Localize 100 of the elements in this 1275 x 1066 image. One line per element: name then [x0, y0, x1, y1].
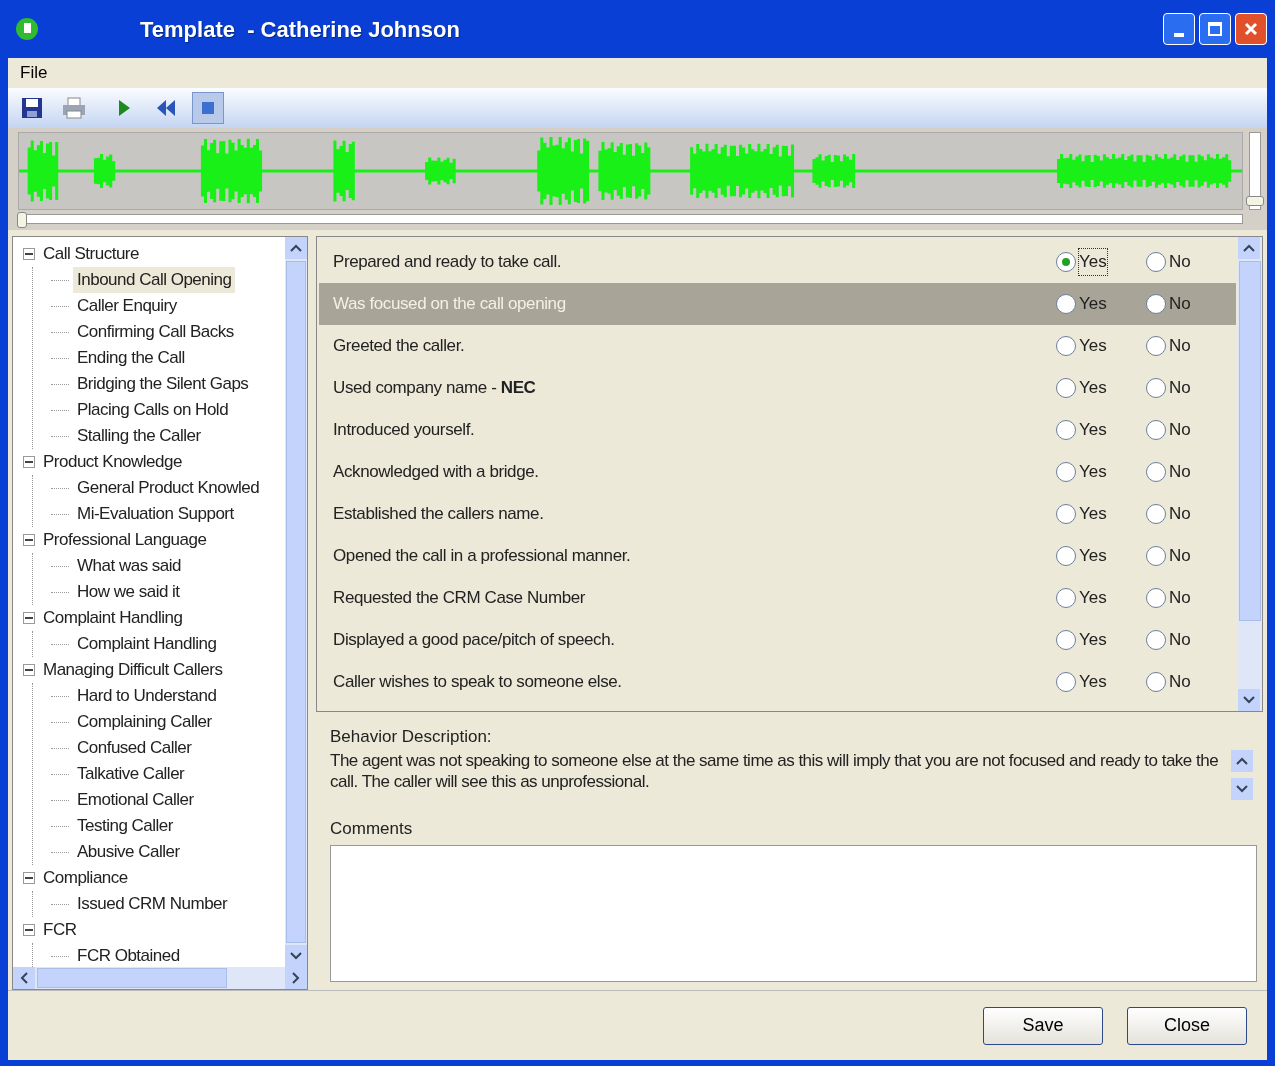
collapse-icon[interactable] [23, 664, 35, 676]
radio-option[interactable]: No [1146, 627, 1236, 653]
maximize-icon [1207, 21, 1223, 37]
collapse-icon[interactable] [23, 456, 35, 468]
stop-icon[interactable] [192, 92, 224, 124]
scrollbar-thumb[interactable] [286, 261, 306, 943]
radio-option[interactable]: No [1146, 249, 1236, 275]
tree-item[interactable]: Complaint Handling [73, 631, 221, 657]
scroll-down-icon [1243, 696, 1255, 704]
scrollbar-thumb[interactable] [1239, 261, 1261, 621]
radio-option[interactable]: Yes [1056, 375, 1146, 401]
close-button[interactable]: Close [1127, 1006, 1247, 1045]
tree-item[interactable]: Complaining Caller [73, 709, 216, 735]
tree-item[interactable]: General Product Knowled [73, 475, 264, 501]
behavior-description-label: Behavior Description: [330, 726, 493, 748]
tree-item[interactable]: Managing Difficult Callers [39, 657, 227, 683]
app-icon [14, 16, 40, 42]
tree-item[interactable]: Abusive Caller [73, 839, 184, 865]
scroll-down-button[interactable] [285, 945, 307, 967]
menu-item[interactable]: File [14, 60, 54, 86]
tree-item[interactable]: FCR [39, 917, 81, 943]
tree-item[interactable]: Emotional Caller [73, 787, 198, 813]
close-button[interactable] [1235, 13, 1267, 45]
minimize-button[interactable] [1163, 13, 1195, 45]
question-text: Established the callers name. [333, 503, 545, 526]
minimize-icon [1174, 33, 1184, 37]
tree-item[interactable]: Product Knowledge [39, 449, 186, 475]
collapse-icon[interactable] [23, 924, 35, 936]
question-text: Was focused on the call opening [333, 293, 567, 316]
scroll-right-button[interactable] [285, 967, 307, 989]
scroll-down-icon [1236, 784, 1248, 793]
tree-item[interactable]: Confirming Call Backs [73, 319, 238, 345]
radio-option[interactable]: Yes [1056, 417, 1146, 443]
selected-row[interactable]: Was focused on the call opening Yes No [319, 283, 1236, 325]
collapse-icon[interactable] [23, 612, 35, 624]
maximize-button[interactable] [1199, 13, 1231, 45]
question-text: Acknowledged with a bridge. [333, 461, 540, 484]
scrollbar-thumb[interactable] [37, 968, 227, 988]
question-text: Requested the CRM Case Number [333, 587, 587, 610]
volume-slider[interactable] [1249, 132, 1261, 210]
scroll-down-button[interactable] [1231, 777, 1253, 800]
radio-option[interactable]: No [1146, 375, 1236, 401]
radio-option[interactable]: No [1146, 333, 1236, 359]
tree-item[interactable]: Professional Language [39, 527, 211, 553]
radio-option[interactable]: Yes [1056, 333, 1146, 359]
scroll-up-icon [1236, 756, 1248, 765]
tree-item[interactable]: Issued CRM Number [73, 891, 232, 917]
scroll-up-icon [290, 244, 302, 252]
radio-option[interactable]: No [1146, 669, 1236, 695]
collapse-icon[interactable] [23, 534, 35, 546]
radio-option[interactable]: No [1146, 585, 1236, 611]
radio-option[interactable]: Yes [1056, 585, 1146, 611]
scroll-left-icon [20, 972, 28, 984]
radio-option[interactable]: No [1146, 543, 1236, 569]
tree-item[interactable]: Hard to Understand [73, 683, 221, 709]
radio-option[interactable]: No [1146, 417, 1236, 443]
scroll-left-button[interactable] [13, 967, 35, 989]
scroll-up-button[interactable] [1231, 749, 1253, 772]
question-text: Prepared and ready to take call. [333, 251, 563, 274]
scroll-down-button[interactable] [1238, 689, 1260, 711]
radio-option[interactable]: Yes [1056, 669, 1146, 695]
tree-item[interactable]: Call Structure [39, 241, 143, 267]
tree-item[interactable]: How we said it [73, 579, 184, 605]
radio-option[interactable]: Yes [1056, 627, 1146, 653]
tree-item[interactable]: Placing Calls on Hold [73, 397, 233, 423]
tree-item[interactable]: Inbound Call Opening [73, 267, 236, 293]
comments-field[interactable] [330, 845, 1257, 982]
tree-item[interactable]: Caller Enquiry [73, 293, 181, 319]
scroll-up-icon [1243, 244, 1255, 252]
scroll-up-button[interactable] [285, 237, 307, 259]
tree-item[interactable]: Talkative Caller [73, 761, 189, 787]
scroll-right-icon [292, 972, 300, 984]
radio-option[interactable]: No [1146, 291, 1236, 317]
tree-item[interactable]: Bridging the Silent Gaps [73, 371, 253, 397]
scroll-up-button[interactable] [1238, 237, 1260, 259]
radio-option[interactable]: Yes [1056, 459, 1146, 485]
question-text: Introduced yourself. [333, 419, 476, 442]
tree-item[interactable]: Stalling the Caller [73, 423, 205, 449]
window-title: Template - Catherine Johnson [140, 15, 460, 44]
radio-option[interactable]: Yes [1056, 543, 1146, 569]
tree-item[interactable]: FCR Obtained [73, 943, 184, 967]
radio-option[interactable]: Yes [1056, 501, 1146, 527]
collapse-icon[interactable] [23, 248, 35, 260]
tree-item[interactable]: Confused Caller [73, 735, 196, 761]
tree-item[interactable]: What was said [73, 553, 186, 579]
close-icon [1243, 21, 1259, 37]
radio-option[interactable]: No [1146, 501, 1236, 527]
collapse-icon[interactable] [23, 872, 35, 884]
radio-option[interactable]: Yes [1056, 291, 1146, 317]
tree-item[interactable]: Testing Caller [73, 813, 177, 839]
tree-item[interactable]: Complaint Handling [39, 605, 187, 631]
radio-option[interactable]: Yes [1056, 249, 1146, 275]
radio-option[interactable]: No [1146, 459, 1236, 485]
question-text: Caller wishes to speak to someone else. [333, 671, 623, 694]
tree-item[interactable]: Mi-Evaluation Support [73, 501, 238, 527]
tree-item[interactable]: Ending the Call [73, 345, 189, 371]
save-button[interactable]: Save [983, 1006, 1103, 1045]
tree-item[interactable]: Compliance [39, 865, 132, 891]
question-text: Opened the call in a professional manner. [333, 545, 632, 568]
behavior-description-text: The agent was not speaking to someone else at the same time as this will imply that you are not focused and ready to take the call. The caller will see this as unprofessional. [330, 749, 1220, 793]
